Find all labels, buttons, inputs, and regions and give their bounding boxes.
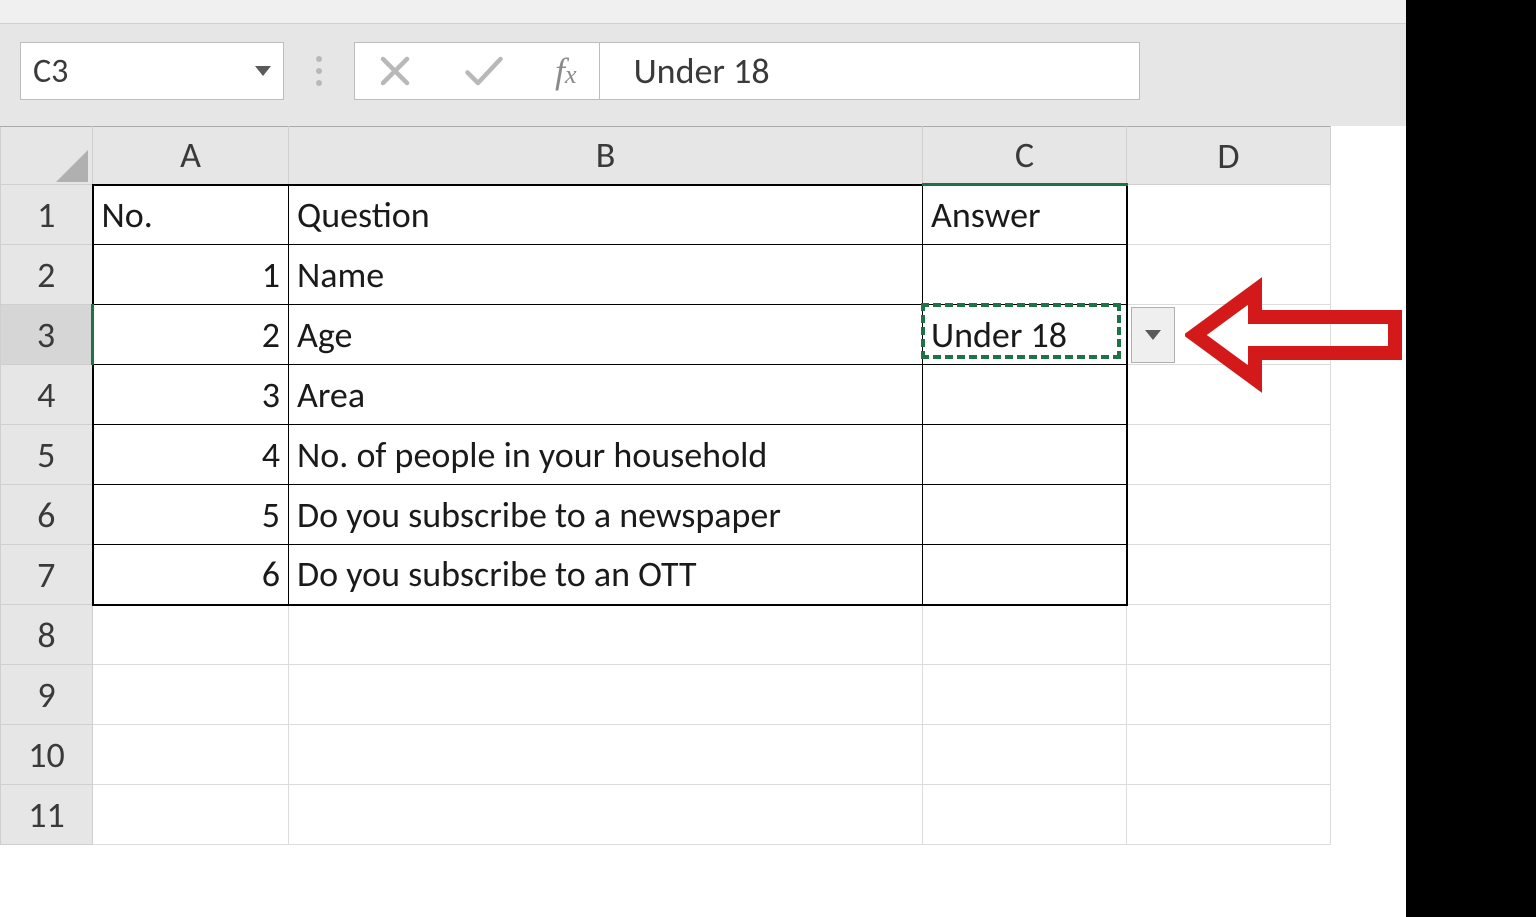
name-box[interactable]: C3 (20, 42, 284, 100)
cell-C10[interactable] (923, 725, 1127, 785)
cell-A11[interactable] (93, 785, 289, 845)
cell-A3[interactable]: 2 (93, 305, 289, 365)
cell-A6[interactable]: 5 (93, 485, 289, 545)
formula-buttons: fx (354, 42, 600, 100)
grid[interactable]: A B C D 1 No. Question Answer 2 1 Name (0, 126, 1331, 845)
row-header-6[interactable]: 6 (1, 485, 93, 545)
row-header-1[interactable]: 1 (1, 185, 93, 245)
accept-icon[interactable] (463, 53, 505, 89)
fx-icon[interactable]: fx (555, 50, 577, 92)
cell-C6[interactable] (923, 485, 1127, 545)
cell-B9[interactable] (289, 665, 923, 725)
select-all-corner[interactable] (1, 127, 93, 185)
row-header-4[interactable]: 4 (1, 365, 93, 425)
right-black-margin (1406, 0, 1536, 917)
cell-B4[interactable]: Area (289, 365, 923, 425)
cell-A1[interactable]: No. (93, 185, 289, 245)
cell-C7[interactable] (923, 545, 1127, 605)
vertical-dots-icon[interactable] (284, 56, 354, 86)
cell-B5[interactable]: No. of people in your household (289, 425, 923, 485)
cell-A5[interactable]: 4 (93, 425, 289, 485)
cell-A2[interactable]: 1 (93, 245, 289, 305)
data-validation-dropdown[interactable] (1131, 307, 1175, 363)
cell-D10[interactable] (1127, 725, 1331, 785)
formula-input-value: Under 18 (634, 49, 770, 93)
cell-B6[interactable]: Do you subscribe to a newspaper (289, 485, 923, 545)
cell-A9[interactable] (93, 665, 289, 725)
cell-D2[interactable] (1127, 245, 1331, 305)
row-header-3[interactable]: 3 (1, 305, 93, 365)
col-header-A[interactable]: A (93, 127, 289, 185)
chevron-down-icon[interactable] (255, 66, 271, 76)
cell-B3[interactable]: Age (289, 305, 923, 365)
worksheet[interactable]: A B C D 1 No. Question Answer 2 1 Name (0, 126, 1536, 845)
cell-D8[interactable] (1127, 605, 1331, 665)
cell-D11[interactable] (1127, 785, 1331, 845)
cell-D9[interactable] (1127, 665, 1331, 725)
cell-B11[interactable] (289, 785, 923, 845)
row-header-11[interactable]: 11 (1, 785, 93, 845)
cell-D6[interactable] (1127, 485, 1331, 545)
cell-C5[interactable] (923, 425, 1127, 485)
row-header-5[interactable]: 5 (1, 425, 93, 485)
cell-C4[interactable] (923, 365, 1127, 425)
col-header-D[interactable]: D (1127, 127, 1331, 185)
cell-B10[interactable] (289, 725, 923, 785)
cell-A10[interactable] (93, 725, 289, 785)
cell-C3[interactable]: Under 18 (923, 305, 1127, 365)
row-header-2[interactable]: 2 (1, 245, 93, 305)
row-header-8[interactable]: 8 (1, 605, 93, 665)
formula-bar: C3 fx Under 18 (0, 24, 1536, 126)
cell-A7[interactable]: 6 (93, 545, 289, 605)
cancel-icon[interactable] (377, 53, 413, 89)
cell-C1[interactable]: Answer (923, 185, 1127, 245)
cell-A8[interactable] (93, 605, 289, 665)
cell-D1[interactable] (1127, 185, 1331, 245)
formula-input[interactable]: Under 18 (600, 42, 1140, 100)
cell-C9[interactable] (923, 665, 1127, 725)
cell-D4[interactable] (1127, 365, 1331, 425)
cell-A4[interactable]: 3 (93, 365, 289, 425)
row-header-9[interactable]: 9 (1, 665, 93, 725)
row-header-7[interactable]: 7 (1, 545, 93, 605)
cell-B1[interactable]: Question (289, 185, 923, 245)
cell-B7[interactable]: Do you subscribe to an OTT (289, 545, 923, 605)
cell-B8[interactable] (289, 605, 923, 665)
col-header-C[interactable]: C (923, 127, 1127, 185)
cell-C8[interactable] (923, 605, 1127, 665)
cell-B2[interactable]: Name (289, 245, 923, 305)
row-header-10[interactable]: 10 (1, 725, 93, 785)
cell-C11[interactable] (923, 785, 1127, 845)
name-box-value: C3 (33, 51, 68, 92)
cell-D7[interactable] (1127, 545, 1331, 605)
chevron-down-icon (1145, 330, 1161, 340)
col-header-B[interactable]: B (289, 127, 923, 185)
cell-D5[interactable] (1127, 425, 1331, 485)
cell-C2[interactable] (923, 245, 1127, 305)
